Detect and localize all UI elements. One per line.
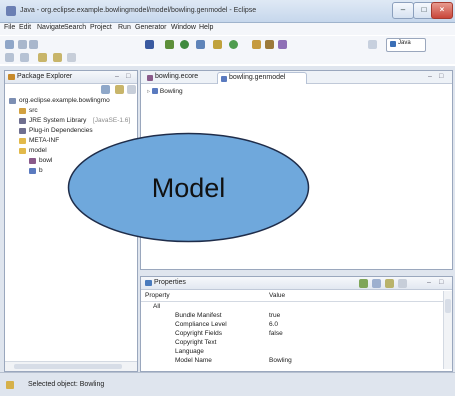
- folder-icon: [19, 138, 26, 144]
- debug-icon[interactable]: [145, 40, 154, 49]
- show-advanced-icon[interactable]: [372, 279, 381, 288]
- new-icon[interactable]: [5, 40, 14, 49]
- next-annotation-icon[interactable]: [5, 53, 14, 62]
- genmodel-file-icon: [221, 76, 227, 82]
- filter-icon[interactable]: [385, 279, 394, 288]
- package-explorer-icon: [8, 74, 15, 80]
- table-row[interactable]: Copyright Text: [141, 339, 441, 348]
- minimize-properties-icon[interactable]: –: [427, 279, 431, 286]
- library-icon: [19, 128, 26, 134]
- close-button[interactable]: ×: [431, 2, 453, 19]
- perspective-label: Java: [398, 40, 411, 46]
- menu-project[interactable]: Project: [90, 24, 112, 31]
- run-last-icon[interactable]: [180, 40, 189, 49]
- category-label: All: [153, 303, 161, 310]
- column-property[interactable]: Property: [145, 292, 170, 299]
- search-icon[interactable]: [265, 40, 274, 49]
- properties-panel: Properties – □ Property Value All Bundle…: [140, 276, 453, 372]
- menu-help[interactable]: Help: [199, 24, 213, 31]
- table-row[interactable]: Language: [141, 348, 441, 357]
- minimize-editor-icon[interactable]: –: [428, 73, 432, 80]
- model-callout-ellipse: Model: [67, 132, 310, 243]
- new-java-project-icon[interactable]: [213, 40, 222, 49]
- genmodel-file-icon: [29, 168, 36, 174]
- menu-edit[interactable]: Edit: [19, 24, 31, 31]
- package-explorer-toolbar: [5, 84, 137, 95]
- properties-title[interactable]: Properties: [154, 279, 186, 286]
- minimize-view-icon[interactable]: –: [115, 73, 119, 80]
- folder-open-icon: [19, 148, 26, 154]
- table-row[interactable]: Compliance Level 6.0: [141, 321, 441, 330]
- status-text: Selected object: Bowling: [28, 381, 105, 388]
- view-menu-icon[interactable]: [127, 85, 136, 94]
- maximize-properties-icon[interactable]: □: [439, 279, 443, 286]
- back-icon[interactable]: [53, 53, 62, 62]
- vscroll-thumb[interactable]: [445, 299, 451, 313]
- maximize-editor-icon[interactable]: □: [439, 73, 443, 80]
- tab-bowling-genmodel[interactable]: bowling.genmodel: [217, 72, 307, 84]
- properties-header: Properties – □: [141, 277, 452, 290]
- menu-navigate[interactable]: Navigate: [37, 24, 65, 31]
- menu-search[interactable]: Search: [64, 24, 86, 31]
- status-icon: [6, 381, 14, 389]
- column-value[interactable]: Value: [269, 292, 285, 299]
- menu-run[interactable]: Run: [118, 24, 131, 31]
- restore-default-icon[interactable]: [398, 279, 407, 288]
- package-explorer-title[interactable]: Package Explorer: [17, 73, 72, 80]
- table-row[interactable]: Bundle Manifest true: [141, 312, 441, 321]
- collapse-all-icon[interactable]: [101, 85, 110, 94]
- external-tools-icon[interactable]: [196, 40, 205, 49]
- link-editor-icon[interactable]: [115, 85, 124, 94]
- new-class-icon[interactable]: [229, 40, 238, 49]
- properties-vscrollbar[interactable]: [443, 291, 452, 369]
- last-edit-icon[interactable]: [38, 53, 47, 62]
- previous-annotation-icon[interactable]: [20, 53, 29, 62]
- java-perspective-icon: [390, 41, 396, 47]
- eclipse-app-icon: [6, 6, 16, 16]
- project-icon: [9, 98, 16, 104]
- genmodel-tree-root[interactable]: ▹ Bowling: [147, 87, 183, 95]
- minimize-button[interactable]: –: [392, 2, 414, 19]
- show-categories-icon[interactable]: [359, 279, 368, 288]
- status-bar: Selected object: Bowling: [0, 372, 455, 396]
- table-row[interactable]: Copyright Fields false: [141, 330, 441, 339]
- package-explorer-hscrollbar[interactable]: [5, 361, 137, 371]
- forward-icon[interactable]: [67, 53, 76, 62]
- properties-column-header: Property Value: [141, 291, 452, 302]
- properties-icon: [145, 280, 152, 286]
- table-row[interactable]: Model Name Bowling: [141, 357, 441, 366]
- title-bar: Java - org.eclipse.example.bowlingmodel/…: [0, 0, 455, 23]
- ecore-file-icon: [29, 158, 36, 164]
- genmodel-icon: [152, 88, 159, 95]
- menu-bar: File Edit Navigate Search Project Run Ge…: [0, 23, 455, 35]
- open-perspective-icon[interactable]: [368, 40, 377, 49]
- run-icon[interactable]: [165, 40, 174, 49]
- model-label: Model: [152, 173, 226, 203]
- ecore-file-icon: [147, 75, 153, 81]
- menu-window[interactable]: Window: [171, 24, 196, 31]
- pencil-icon[interactable]: [278, 40, 287, 49]
- menu-generator[interactable]: Generator: [135, 24, 167, 31]
- package-explorer-header: Package Explorer – □: [5, 71, 137, 84]
- save-all-icon[interactable]: [29, 40, 38, 49]
- expand-arrow-icon[interactable]: ▹: [147, 88, 150, 95]
- genmodel-root-label: Bowling: [159, 88, 183, 95]
- category-row[interactable]: All: [141, 303, 441, 312]
- tab-bowling-ecore[interactable]: bowling.ecore: [144, 72, 210, 83]
- java-perspective-button[interactable]: Java: [386, 38, 426, 52]
- save-icon[interactable]: [18, 40, 27, 49]
- hscroll-thumb[interactable]: [14, 364, 122, 369]
- editor-tab-bar: bowling.ecore bowling.genmodel – □: [141, 71, 452, 84]
- open-type-icon[interactable]: [252, 40, 261, 49]
- secondary-toolbar: [0, 50, 455, 64]
- library-icon: [19, 118, 26, 124]
- window-title: Java - org.eclipse.example.bowlingmodel/…: [20, 7, 257, 14]
- maximize-view-icon[interactable]: □: [126, 73, 130, 80]
- source-folder-icon: [19, 108, 26, 114]
- menu-file[interactable]: File: [4, 24, 15, 31]
